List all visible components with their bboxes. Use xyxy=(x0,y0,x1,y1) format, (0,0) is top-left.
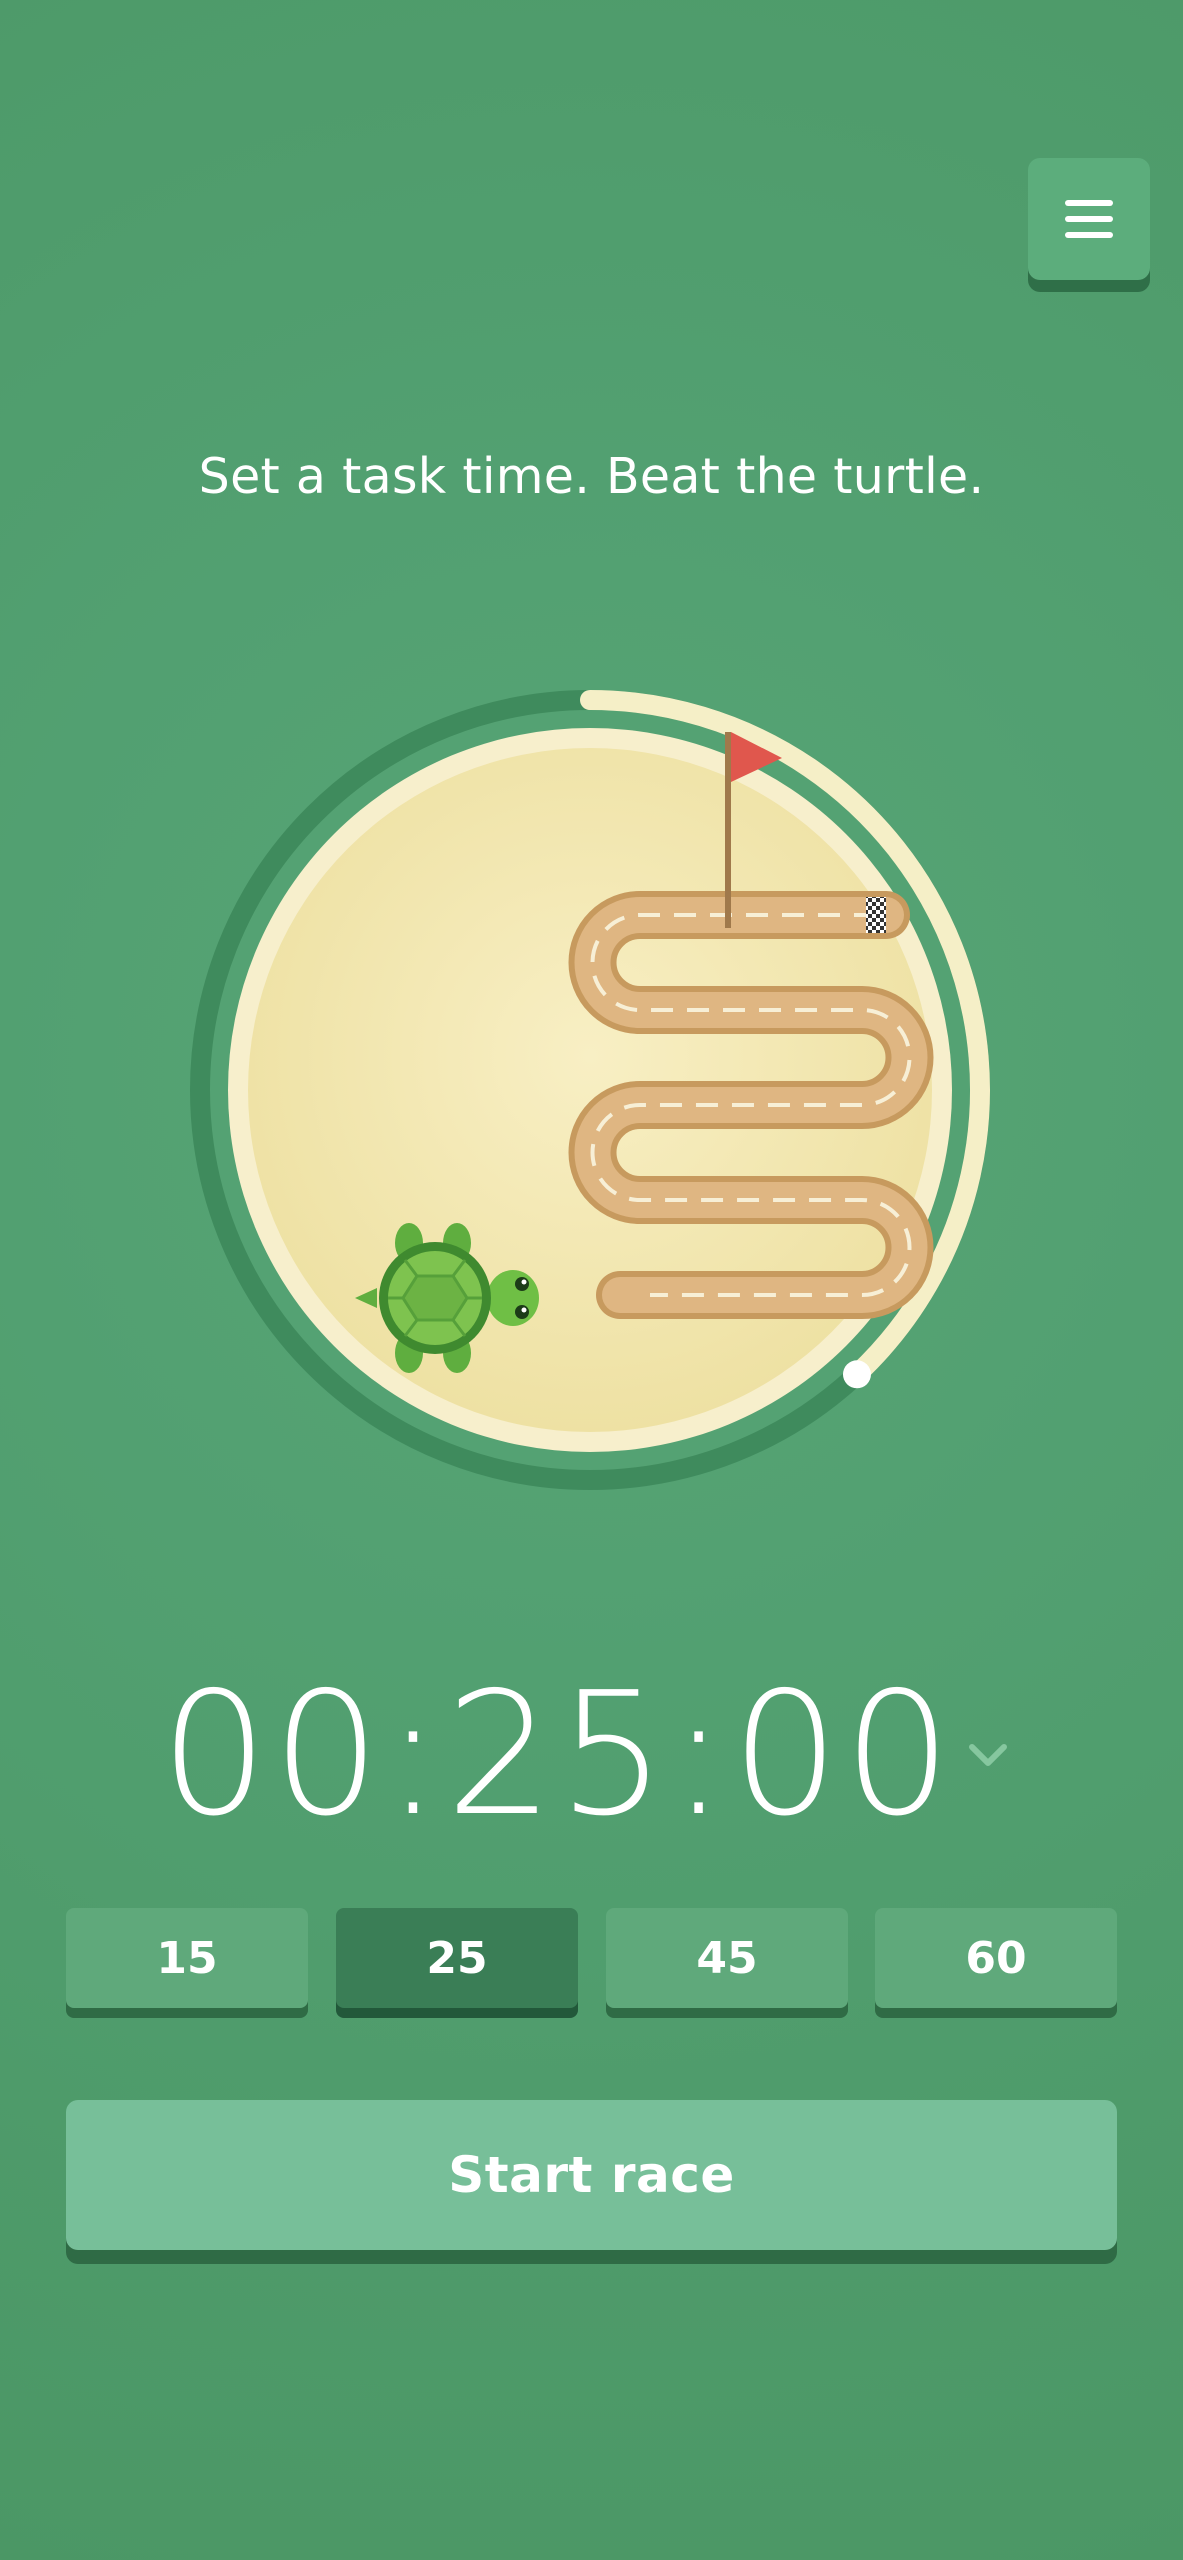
preset-button-60[interactable]: 60 xyxy=(875,1908,1117,2008)
menu-button[interactable] xyxy=(1028,158,1150,280)
chevron-down-icon[interactable] xyxy=(966,1741,1010,1771)
progress-handle xyxy=(842,1360,871,1389)
preset-buttons: 15 25 45 60 xyxy=(66,1908,1117,2020)
preset-button-45[interactable]: 45 xyxy=(606,1908,848,2008)
finish-line xyxy=(866,897,886,933)
preset-button-15[interactable]: 15 xyxy=(66,1908,308,2008)
preset-button-25[interactable]: 25 xyxy=(336,1908,578,2008)
start-race-button[interactable]: Start race xyxy=(66,2100,1117,2250)
hamburger-menu-icon xyxy=(1065,200,1113,238)
tagline: Set a task time. Beat the turtle. xyxy=(198,448,985,505)
timer-row: 00:25:00 xyxy=(0,1655,1183,1855)
timer-dial[interactable] xyxy=(150,650,1030,1530)
time-display[interactable]: 00:25:00 xyxy=(160,1655,952,1855)
